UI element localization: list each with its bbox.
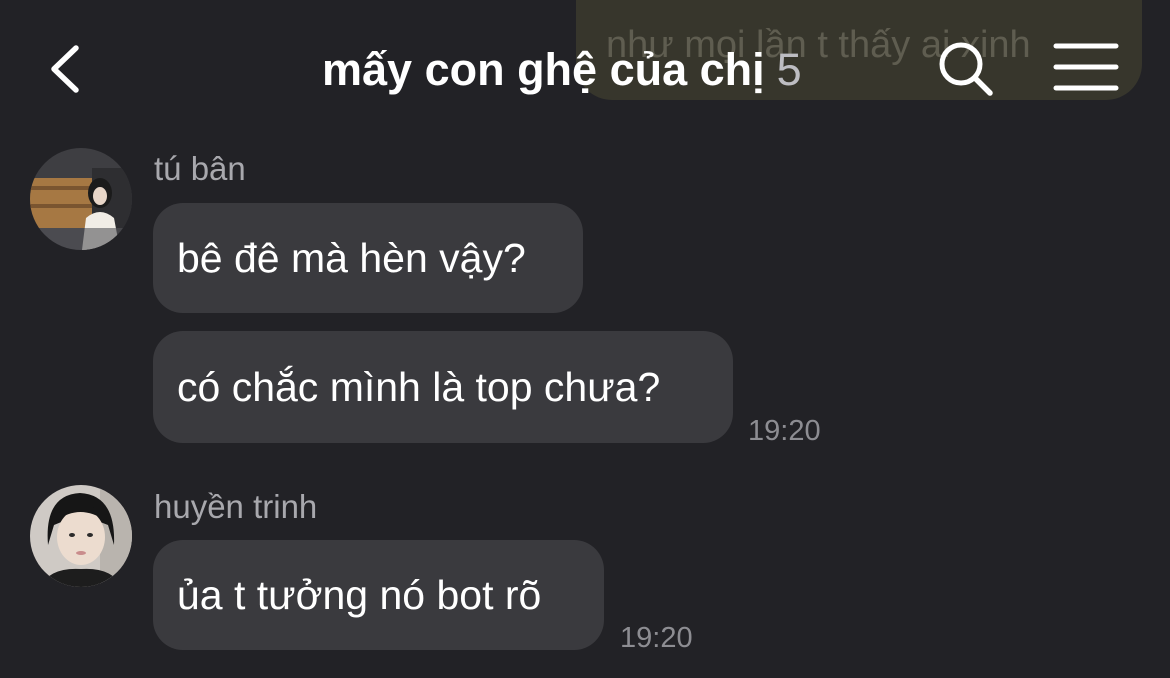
avatar-photo-icon bbox=[30, 148, 132, 250]
message-timestamp: 19:20 bbox=[620, 622, 693, 654]
search-button[interactable] bbox=[935, 38, 997, 100]
hamburger-menu-icon bbox=[1053, 43, 1119, 91]
member-count: 5 bbox=[776, 44, 802, 95]
message-bubble[interactable]: bê đê mà hèn vậy? bbox=[153, 203, 583, 313]
back-button[interactable] bbox=[40, 40, 96, 96]
avatar-photo-icon bbox=[30, 485, 132, 587]
sender-name: huyền trinh bbox=[154, 488, 318, 525]
sender-name: tú bân bbox=[154, 150, 246, 187]
avatar[interactable] bbox=[30, 485, 132, 587]
menu-button[interactable] bbox=[1052, 40, 1120, 96]
group-name: mấy con ghệ của chị bbox=[322, 44, 765, 95]
message-bubble[interactable]: có chắc mình là top chưa? bbox=[153, 331, 733, 443]
chat-screen: như mọi lần t thấy ai xinh mấy con ghệ c… bbox=[0, 0, 1170, 678]
search-icon bbox=[939, 42, 993, 96]
message-timestamp: 19:20 bbox=[748, 415, 821, 447]
message-text: ủa t tưởng nó bot rõ bbox=[177, 571, 542, 618]
message-text: có chắc mình là top chưa? bbox=[177, 363, 661, 410]
group-title[interactable]: mấy con ghệ của chị 5 bbox=[322, 42, 802, 98]
message-text: bê đê mà hèn vậy? bbox=[177, 234, 526, 281]
avatar[interactable] bbox=[30, 148, 132, 250]
message-bubble[interactable]: ủa t tưởng nó bot rõ bbox=[153, 540, 604, 650]
chat-header: mấy con ghệ của chị 5 bbox=[0, 0, 1170, 135]
chevron-left-icon bbox=[51, 45, 79, 93]
